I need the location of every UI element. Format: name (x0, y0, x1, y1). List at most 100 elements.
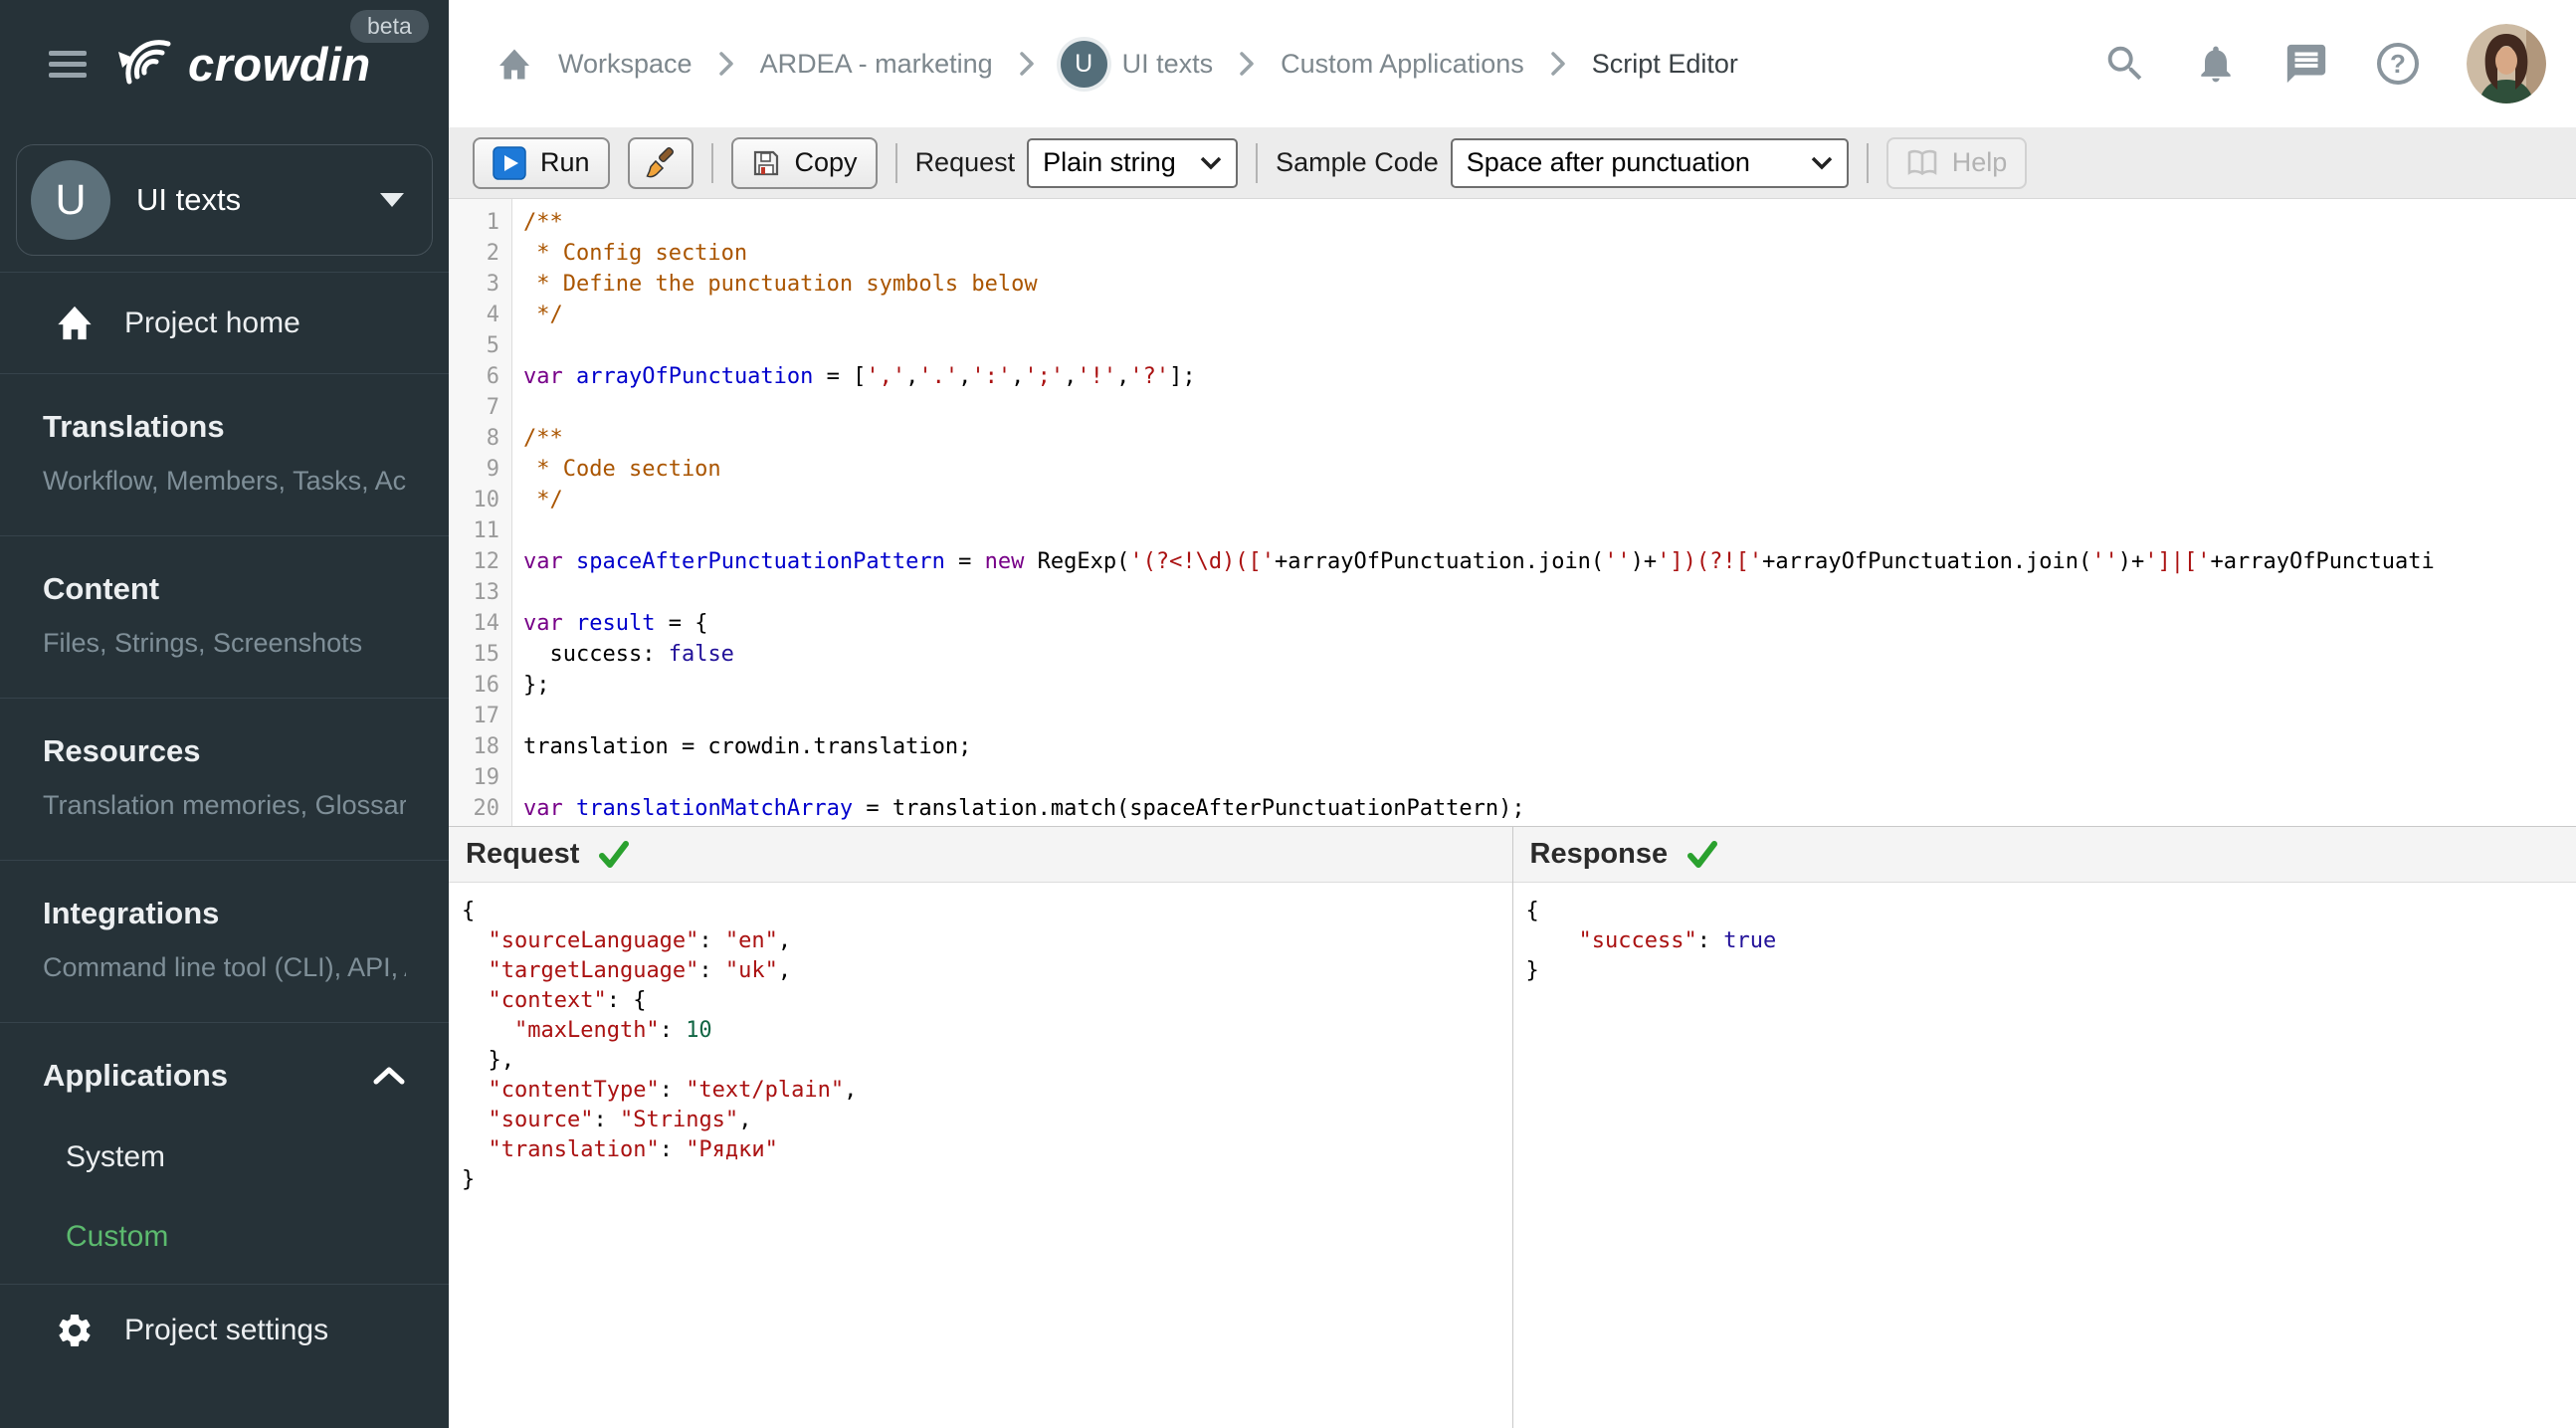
line-number: 21 (449, 824, 512, 826)
breadcrumb-item[interactable]: ARDEA - marketing (760, 49, 993, 80)
line-number: 1 (486, 210, 499, 235)
line-text: var spaceAfterPunctuationPattern = new R… (523, 549, 2435, 574)
search-icon[interactable] (2102, 41, 2148, 87)
help-button[interactable]: Help (1885, 136, 2028, 189)
code-line: 3 * Define the punctuation symbols below (449, 269, 2576, 300)
applications-header[interactable]: Applications (43, 1057, 406, 1095)
code-line: 9 * Code section (449, 454, 2576, 485)
sidebar-item-project-home[interactable]: Project home (0, 273, 449, 373)
toolbar-separator (1256, 142, 1259, 183)
gear-icon (59, 1315, 91, 1346)
sample-code-value: Space after punctuation (1466, 147, 1750, 177)
line-text (512, 392, 2576, 423)
user-avatar[interactable] (2467, 24, 2546, 103)
book-icon (1907, 149, 1937, 176)
line-number: 8 (486, 426, 499, 451)
line-number: 2 (486, 241, 499, 266)
help-label: Help (1951, 147, 2008, 177)
response-panel-header: Response (1512, 827, 2576, 883)
line-number: 18 (473, 734, 500, 759)
breadcrumb-item[interactable]: Custom Applications (1281, 49, 1524, 80)
topbar-icons: ? (2102, 24, 2546, 103)
line-number: 7 (486, 395, 499, 420)
project-selector[interactable]: U UI texts (16, 144, 433, 256)
project-avatar: U (31, 160, 110, 240)
json-line: "context": { (488, 988, 647, 1013)
code-editor[interactable]: 1/** 2 * Config section 3 * Define the pun… (449, 199, 2576, 826)
breadcrumb-item[interactable]: Workspace (558, 49, 693, 80)
code-line: 7 (449, 392, 2576, 423)
json-line: } (462, 1167, 476, 1192)
notifications-icon[interactable] (2194, 41, 2238, 87)
line-number: 5 (486, 333, 499, 358)
breadcrumb-item-with-avatar[interactable]: U UI texts (1060, 40, 1214, 88)
line-text: }; (523, 673, 550, 698)
chevron-down-icon (380, 193, 404, 207)
line-text: */ (523, 488, 563, 512)
line-text: var result = { (523, 611, 708, 636)
toolbar-separator (894, 142, 897, 183)
hamburger-menu-icon[interactable] (49, 45, 87, 84)
crowdin-logo[interactable]: crowdin (114, 37, 371, 92)
line-number: 6 (486, 364, 499, 389)
breadcrumb-item[interactable]: UI texts (1122, 49, 1214, 80)
line-text: /** (523, 210, 563, 235)
json-line: "targetLanguage": "uk", (488, 958, 792, 983)
save-icon (753, 150, 778, 175)
line-number: 11 (473, 518, 500, 543)
request-json-editor[interactable]: { "sourceLanguage": "en", "targetLanguag… (449, 883, 1512, 1428)
json-line: { (1525, 899, 1539, 923)
run-button[interactable]: Run (473, 136, 610, 189)
json-line: "success": true (1578, 928, 1777, 953)
line-text: translation = crowdin.translation; (523, 734, 972, 759)
json-line: } (1525, 958, 1539, 983)
format-button[interactable] (627, 136, 694, 189)
run-label: Run (540, 147, 590, 177)
toolbar-separator (710, 142, 713, 183)
sidebar-item-label: Project home (124, 306, 300, 339)
breadcrumb-chevron-icon (1551, 52, 1565, 76)
help-icon[interactable]: ? (2375, 41, 2421, 87)
line-text (512, 701, 2576, 731)
sidebar-item-resources[interactable]: Resources Translation memories, Glossari… (0, 699, 449, 860)
line-number: 12 (473, 549, 500, 574)
line-text (512, 330, 2576, 361)
line-text: * Define the punctuation symbols below (523, 272, 1038, 297)
response-panel-title: Response (1529, 838, 1669, 870)
copy-button[interactable]: Copy (730, 136, 878, 189)
request-panel: Request { "sourceLanguage": "en", "targe… (449, 827, 1512, 1428)
request-type-select[interactable]: Plain string (1027, 137, 1239, 188)
line-text: var arrayOfPunctuation = [',','.',':',';… (523, 364, 1196, 389)
chevron-down-icon (1200, 156, 1222, 169)
sidebar-item-translations[interactable]: Translations Workflow, Members, Tasks, Ac… (0, 374, 449, 535)
code-line: 17 (449, 701, 2576, 731)
breadcrumb-chevron-icon (718, 52, 733, 76)
project-name: UI texts (136, 182, 242, 217)
line-number: 10 (473, 488, 500, 512)
sidebar: U UI texts Project home Translations Work… (0, 127, 449, 1428)
sidebar-item-integrations[interactable]: Integrations Command line tool (CLI), API… (0, 861, 449, 1022)
sidebar-item-project-settings[interactable]: Project settings (0, 1285, 449, 1350)
topbar: Workspace ARDEA - marketing U UI texts Custo… (449, 0, 2576, 127)
response-panel: Response { "success": true} (1511, 827, 2576, 1428)
sidebar-item-label: Project settings (124, 1314, 329, 1346)
brush-icon (645, 146, 674, 177)
messages-icon[interactable] (2283, 41, 2329, 87)
home-icon[interactable] (496, 48, 532, 81)
request-type-value: Plain string (1043, 147, 1176, 177)
chevron-down-icon (1811, 156, 1832, 169)
code-editor-lines: 1/** 2 * Config section 3 * Define the pun… (449, 207, 2576, 826)
line-number: 16 (473, 673, 500, 698)
sample-code-select[interactable]: Space after punctuation (1450, 137, 1849, 188)
code-line: 11 (449, 515, 2576, 546)
sidebar-item-custom[interactable]: Custom (43, 1220, 406, 1254)
json-line: }, (462, 1048, 514, 1073)
line-text (512, 824, 2576, 826)
applications-items: System Custom (43, 1140, 406, 1254)
check-icon (1687, 840, 1718, 868)
sidebar-item-system[interactable]: System (43, 1140, 406, 1174)
sidebar-section-title: Resources (43, 733, 201, 768)
sidebar-item-content[interactable]: Content Files, Strings, Screenshots (0, 536, 449, 698)
json-line: "translation": "Рядки" (488, 1137, 778, 1162)
request-panel-header: Request (449, 827, 1512, 883)
